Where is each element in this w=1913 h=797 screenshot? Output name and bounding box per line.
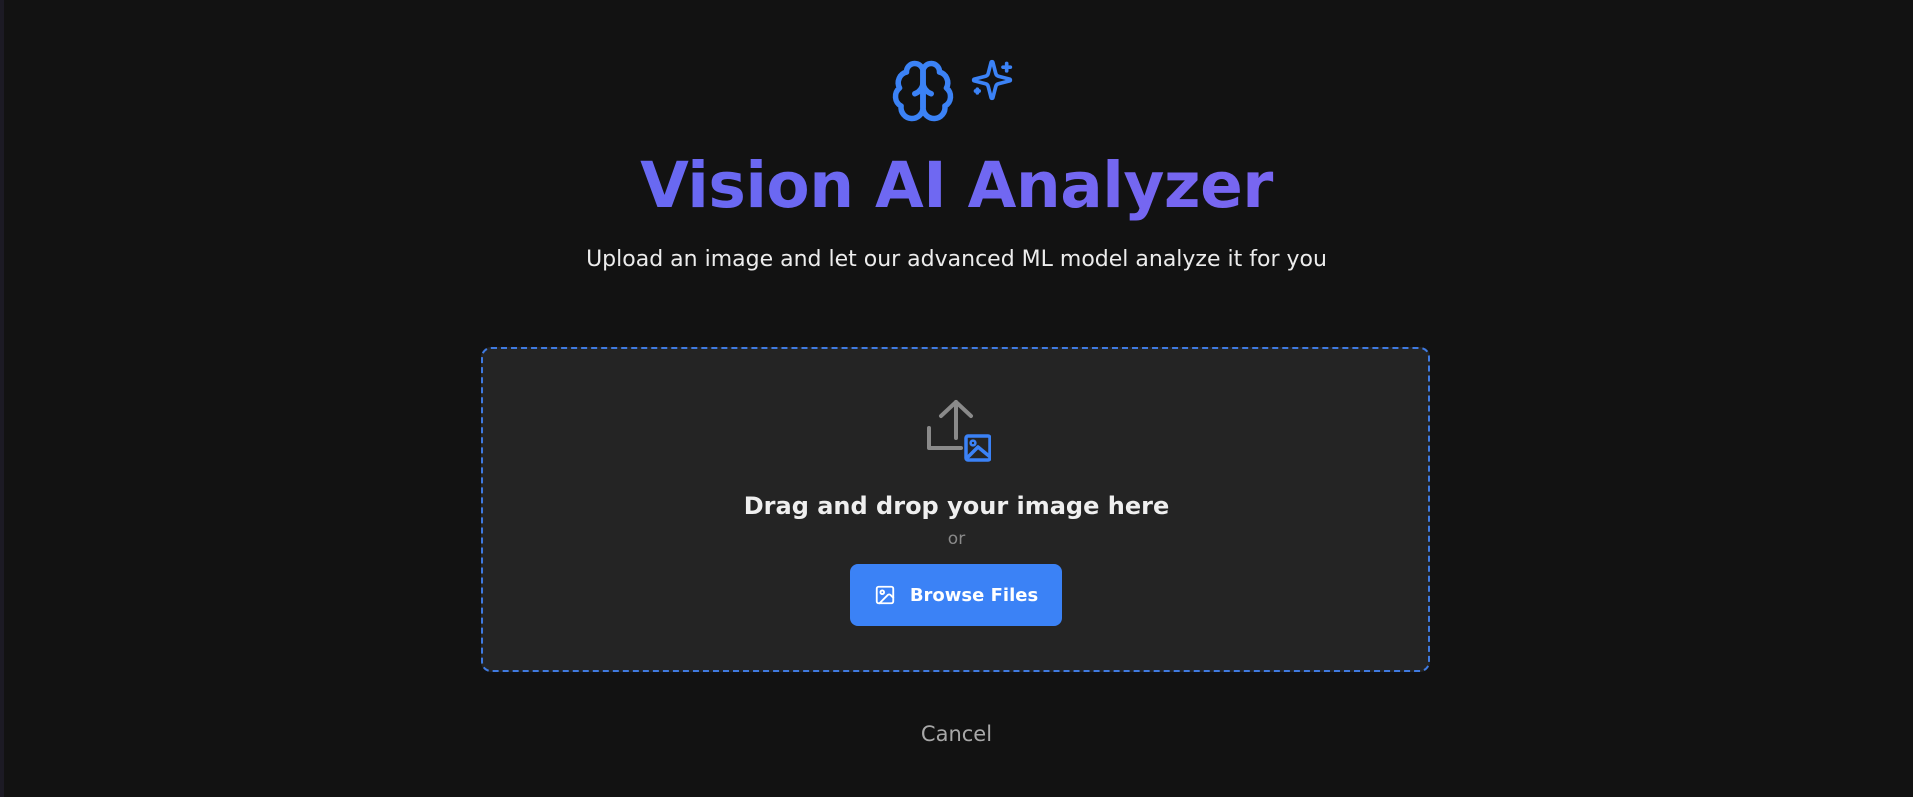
image-icon [874,584,896,606]
window-left-edge [0,0,4,797]
upload-image-icon [925,398,992,468]
or-divider-text: or [947,529,966,549]
page-title: Vision AI Analyzer [0,146,1913,226]
cancel-button[interactable]: Cancel [921,722,992,746]
sparkles-icon [970,58,1014,102]
header-icons [890,58,1014,124]
cancel-container: Cancel [0,719,1913,749]
brain-icon [890,58,956,124]
page-subtitle: Upload an image and let our advanced ML … [586,247,1327,272]
browse-files-button[interactable]: Browse Files [850,564,1062,626]
dropzone-instruction: Drag and drop your image here [743,492,1170,520]
browse-files-label: Browse Files [909,584,1039,606]
